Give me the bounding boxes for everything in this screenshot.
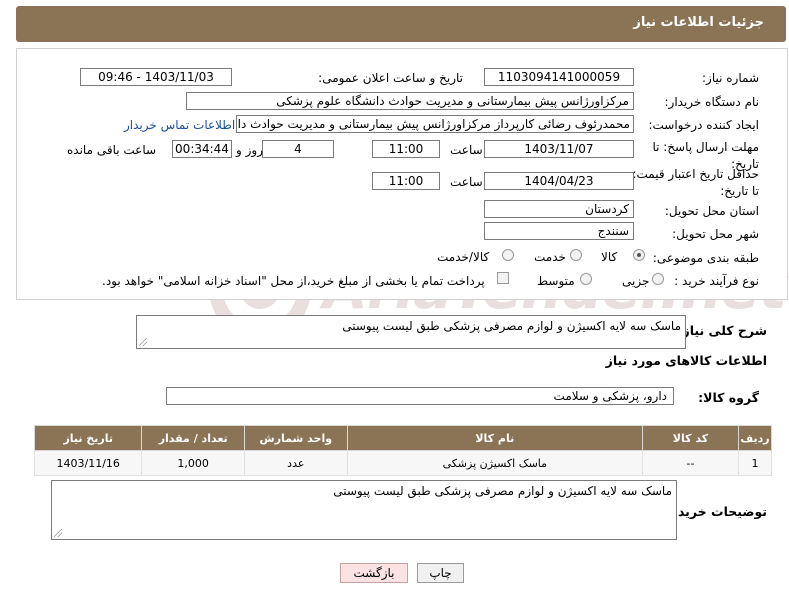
page-header: جزئیات اطلاعات نیاز (16, 6, 786, 42)
province-label: استان محل تحویل: (664, 204, 759, 218)
buyer-notes-label: توضیحات خریدار: (661, 504, 767, 519)
summary-text: ماسک سه لایه اکسیژن و لوازم مصرفی پزشکی … (342, 319, 681, 333)
summary-label: شرح کلی نیاز: (677, 323, 767, 338)
city-label: شهر محل تحویل: (672, 227, 759, 241)
days-and-label: روز و (236, 143, 263, 157)
announce-datetime-field[interactable]: 1403/11/03 - 09:46 (80, 68, 232, 86)
requester-field[interactable]: محمدرئوف رضائی کارپرداز مرکزاورژانس پیش … (236, 115, 634, 133)
remaining-time-field[interactable]: 00:34:44 (172, 140, 232, 158)
cell-date: 1403/11/16 (33, 450, 143, 476)
goods-table: ردیف کد کالا نام کالا واحد شمارش تعداد /… (33, 425, 772, 476)
resize-grip-icon[interactable] (54, 529, 62, 537)
buyer-org-label: نام دستگاه خریدار: (664, 95, 760, 109)
treasury-payment-note: پرداخت تمام یا بخشی از مبلغ خرید،از محل … (102, 274, 485, 288)
category-label: طبقه بندی موضوعی: (652, 251, 759, 265)
print-button[interactable]: چاپ (417, 563, 464, 583)
category-service-radio[interactable] (570, 249, 582, 261)
col-date: تاریخ نیاز (33, 425, 143, 451)
price-validity-label: حداقل تاریخ اعتبار قیمت: تا تاریخ: (632, 167, 759, 198)
purchase-medium-radio[interactable] (580, 273, 592, 285)
page-title: جزئیات اطلاعات نیاز (633, 15, 764, 30)
purchase-type-label: نوع فرآیند خرید : (674, 274, 759, 288)
resize-grip-icon[interactable] (139, 338, 147, 346)
days-field[interactable]: 4 (262, 140, 334, 158)
goods-section-title: اطلاعات کالاهای مورد نیاز (605, 353, 767, 368)
need-number-label: شماره نیاز: (702, 71, 759, 85)
col-code: کد کالا (641, 425, 740, 451)
purchase-minor-label: جزیی (622, 274, 650, 288)
price-time-label: ساعت (450, 175, 483, 189)
buyer-org-field[interactable]: مرکزاورژانس پیش بیمارستانی و مدیریت حواد… (186, 92, 634, 110)
category-goods-service-radio[interactable] (502, 249, 514, 261)
price-date-field[interactable]: 1404/04/23 (484, 172, 634, 190)
col-row: ردیف (738, 425, 772, 451)
province-field[interactable]: کردستان (484, 200, 634, 218)
reply-time-field[interactable]: 11:00 (372, 140, 440, 158)
col-name: نام کالا (346, 425, 643, 451)
need-number-field[interactable]: 1103094141000059 (484, 68, 634, 86)
cell-row: 1 (738, 450, 772, 476)
reply-time-label: ساعت (450, 143, 483, 157)
purchase-minor-radio[interactable] (652, 273, 664, 285)
remaining-time-label: ساعت باقی مانده (67, 143, 157, 157)
goods-group-field[interactable]: دارو، پزشکی و سلامت (166, 387, 674, 405)
summary-textarea[interactable]: ماسک سه لایه اکسیژن و لوازم مصرفی پزشکی … (136, 315, 686, 349)
category-goods-service-label: کالا/خدمت (437, 250, 490, 264)
goods-group-label: گروه کالا: (698, 390, 759, 405)
buyer-notes-textarea[interactable]: ماسک سه لایه اکسیژن و لوازم مصرفی پزشکی … (51, 480, 677, 540)
category-goods-label: کالا (601, 250, 618, 264)
col-unit: واحد شمارش (243, 425, 348, 451)
goods-table-header: ردیف کد کالا نام کالا واحد شمارش تعداد /… (33, 425, 772, 451)
announce-datetime-label: تاریخ و ساعت اعلان عمومی: (318, 71, 463, 85)
category-service-label: خدمت (534, 250, 566, 264)
city-field[interactable]: سنندج (484, 222, 634, 240)
price-time-field[interactable]: 11:00 (372, 172, 440, 190)
col-qty: تعداد / مقدار (141, 425, 245, 451)
purchase-medium-label: متوسط (537, 274, 575, 288)
table-row[interactable]: 1 -- ماسک اکسیژن پزشکی عدد 1,000 1403/11… (33, 450, 772, 476)
cell-unit: عدد (243, 450, 348, 476)
buyer-notes-text: ماسک سه لایه اکسیژن و لوازم مصرفی پزشکی … (333, 484, 672, 498)
treasury-payment-checkbox[interactable] (497, 272, 509, 284)
cell-code: -- (641, 450, 740, 476)
back-button[interactable]: بازگشت (340, 563, 408, 583)
cell-name: ماسک اکسیژن پزشکی (346, 450, 643, 476)
reply-date-field[interactable]: 1403/11/07 (484, 140, 634, 158)
category-goods-radio[interactable] (633, 249, 645, 261)
cell-qty: 1,000 (141, 450, 245, 476)
buyer-contact-link[interactable]: اطلاعات تماس خریدار (124, 118, 235, 132)
requester-label: ایجاد کننده درخواست: (648, 118, 759, 132)
